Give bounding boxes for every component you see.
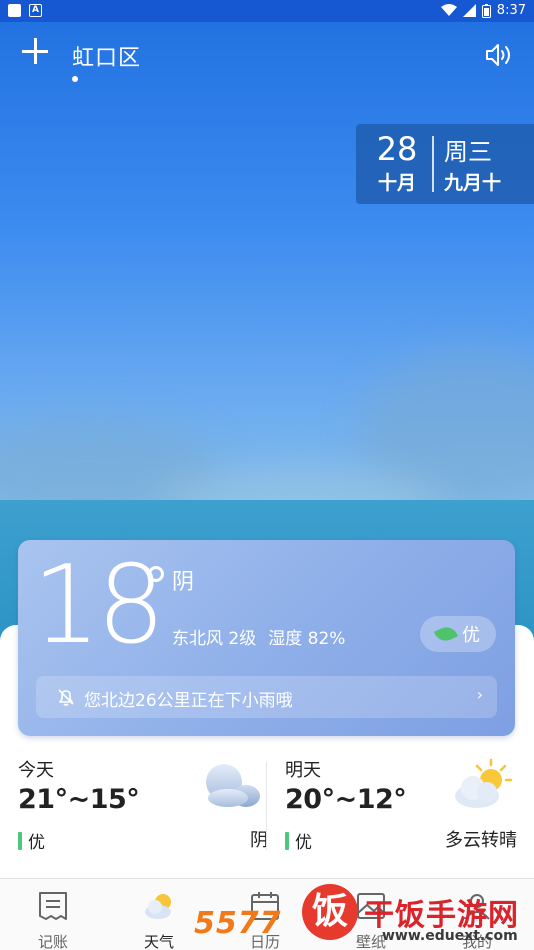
forecast-tomorrow[interactable]: 明天 20°~12° 优 多云转晴 [285,752,517,862]
current-temperature: 18 [32,543,165,668]
tab-profile[interactable]: 我的 [424,879,534,950]
tab-label: 天气 [143,933,174,950]
date-widget[interactable]: 28 十月 周三 九月十 [356,124,534,204]
date-month: 十月 [377,172,416,194]
a-badge-icon: A [29,4,42,17]
top-bar: 虹口区 [0,22,534,92]
plus-icon[interactable] [22,38,48,64]
forecast-temp-range: 21°~15° [18,784,140,815]
alert-text: 您北边26公里正在下小雨哦 [84,691,293,711]
partly-sunny-icon [455,758,513,808]
aqi-indicator [18,831,22,850]
chevron-right-icon: › [476,685,483,704]
status-bar: A 8:37 [0,0,534,22]
wifi-icon [440,4,457,16]
aqi-badge[interactable]: 优 [420,616,496,652]
tab-label: 日历 [249,933,280,950]
notification-square-icon [8,4,21,17]
date-divider [432,136,434,192]
date-weekday: 周三 [444,138,492,166]
profile-icon [464,894,490,920]
leaf-icon [433,623,459,645]
forecast-aqi: 优 [285,828,312,853]
tab-label: 壁纸 [355,933,386,950]
rain-alert-bar[interactable]: 您北边26公里正在下小雨哦 › [36,676,497,718]
forecast-aqi-label: 优 [28,833,45,853]
wind-info: 东北风 2级 [172,629,257,649]
forecast-temp-range: 20°~12° [285,784,407,815]
forecast-aqi: 优 [18,828,45,853]
ledger-icon [39,892,67,920]
wind-humidity-row: 东北风 2级 湿度 82% [172,624,345,649]
forecast-condition: 多云转晴 [445,830,517,851]
humidity-info: 湿度 82% [268,629,346,649]
forecast-divider [266,762,267,850]
tab-weather[interactable]: 天气 [106,879,212,950]
tab-calendar[interactable]: 日历 [212,879,318,950]
current-condition: 阴 [172,570,195,595]
forecast-aqi-label: 优 [295,833,312,853]
tab-label: 我的 [461,933,492,950]
tab-wallpaper[interactable]: 壁纸 [318,879,424,950]
status-time: 8:37 [496,3,526,18]
forecast-today[interactable]: 今天 21°~15° 优 阴 [18,752,268,862]
page-indicator-dot [72,76,78,82]
date-day: 28 [376,130,418,168]
forecast-day-label: 今天 [18,760,54,781]
degree-symbol [148,566,164,582]
bottom-tab-bar: 记账 天气 日历 壁纸 我的 [0,878,534,950]
weather-icon [145,894,171,919]
date-lunar: 九月十 [444,172,502,194]
calendar-icon [251,892,279,920]
wallpaper-icon [357,893,385,919]
tab-ledger[interactable]: 记账 [0,879,106,950]
bell-off-icon [58,689,74,706]
signal-icon [462,4,476,17]
tab-label: 记账 [37,933,68,950]
aqi-indicator [285,831,289,850]
speaker-icon[interactable] [484,42,514,68]
battery-icon [481,3,491,18]
city-name[interactable]: 虹口区 [72,40,141,72]
current-weather-card[interactable]: 18 阴 东北风 2级 湿度 82% 优 您北边26公里正在下小雨哦 › [18,540,515,736]
cloudy-icon [206,764,260,807]
forecast-day-label: 明天 [285,760,321,781]
aqi-label: 优 [462,625,480,646]
